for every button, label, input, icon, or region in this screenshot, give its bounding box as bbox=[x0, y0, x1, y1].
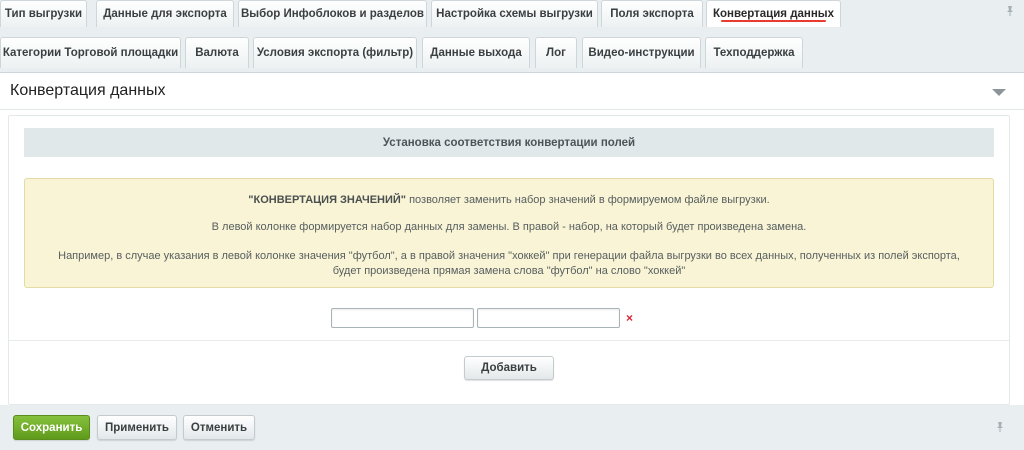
panel-title: Конвертация данных bbox=[10, 82, 166, 99]
tab-log[interactable]: Лог bbox=[535, 37, 577, 68]
save-button[interactable]: Сохранить bbox=[13, 415, 90, 440]
divider bbox=[9, 340, 1009, 341]
tab-label: Условия экспорта (фильтр) bbox=[256, 47, 414, 59]
tab-export-type[interactable]: Тип выгрузки bbox=[0, 0, 87, 27]
conversion-section: Установка соответствия конвертации полей… bbox=[8, 115, 1010, 405]
tab-iblock-selection[interactable]: Выбор Инфоблоков и разделов bbox=[238, 0, 427, 27]
tab-label: Валюта bbox=[195, 47, 239, 59]
cancel-button[interactable]: Отменить bbox=[183, 415, 255, 440]
tab-label: Данные для экспорта bbox=[103, 8, 227, 20]
pin-icon[interactable] bbox=[993, 421, 1007, 435]
tab-label: Видео-инструкции bbox=[588, 47, 695, 59]
tab-export-fields[interactable]: Поля экспорта bbox=[601, 0, 703, 27]
tabs-row-1: Тип выгрузки Данные для экспорта Выбор И… bbox=[0, 0, 1024, 28]
tab-export-data[interactable]: Данные для экспорта bbox=[96, 0, 234, 27]
tab-label: Тип выгрузки bbox=[4, 8, 83, 20]
tab-data-conversion[interactable]: Конвертация данных bbox=[706, 0, 841, 27]
add-button[interactable]: Добавить bbox=[464, 356, 554, 380]
chevron-down-icon[interactable] bbox=[992, 89, 1006, 96]
tab-export-scheme[interactable]: Настройка схемы выгрузки bbox=[431, 0, 598, 27]
notice-text: позволяет заменить набор значений в форм… bbox=[406, 194, 770, 206]
tab-label: Настройка схемы выгрузки bbox=[436, 8, 593, 20]
footer-bar: Сохранить Применить Отменить bbox=[0, 406, 1024, 450]
info-notice: "КОНВЕРТАЦИЯ ЗНАЧЕНИЙ" позволяет заменит… bbox=[24, 178, 994, 288]
tab-video-instructions[interactable]: Видео-инструкции bbox=[582, 37, 701, 68]
main-panel: Конвертация данных Установка соответстви… bbox=[0, 72, 1024, 405]
tab-label: Конвертация данных bbox=[712, 8, 835, 20]
source-value-input[interactable] bbox=[331, 308, 474, 328]
tab-label: Лог bbox=[546, 47, 566, 59]
pin-icon[interactable] bbox=[1003, 5, 1017, 19]
notice-line-3: Например, в случае указания в левой коло… bbox=[58, 250, 960, 277]
close-icon[interactable]: × bbox=[626, 311, 633, 325]
tab-export-filter[interactable]: Условия экспорта (фильтр) bbox=[253, 37, 417, 68]
tab-label: Данные выхода bbox=[430, 47, 522, 59]
tab-label: Техподдержка bbox=[713, 47, 795, 59]
tab-marketplace-categories[interactable]: Категории Торговой площадки bbox=[0, 37, 181, 68]
notice-line-2: В левой колонке формируется набор данных… bbox=[211, 221, 807, 233]
notice-line-1: "КОНВЕРТАЦИЯ ЗНАЧЕНИЙ" позволяет заменит… bbox=[45, 193, 973, 208]
notice-bold: "КОНВЕРТАЦИЯ ЗНАЧЕНИЙ" bbox=[248, 194, 407, 206]
tab-currency[interactable]: Валюта bbox=[185, 37, 249, 68]
tab-label: Категории Торговой площадки bbox=[2, 47, 179, 59]
tabs-row-2: Категории Торговой площадки Валюта Услов… bbox=[0, 37, 1024, 69]
target-value-input[interactable] bbox=[477, 308, 620, 328]
tab-tech-support[interactable]: Техподдержка bbox=[705, 37, 803, 68]
tab-output-data[interactable]: Данные выхода bbox=[422, 37, 530, 68]
tab-label: Поля экспорта bbox=[610, 8, 694, 20]
active-tab-underline bbox=[721, 20, 826, 22]
section-header: Установка соответствия конвертации полей bbox=[24, 128, 994, 157]
divider bbox=[0, 109, 1024, 110]
tab-label: Выбор Инфоблоков и разделов bbox=[241, 8, 424, 20]
apply-button[interactable]: Применить bbox=[97, 415, 177, 440]
